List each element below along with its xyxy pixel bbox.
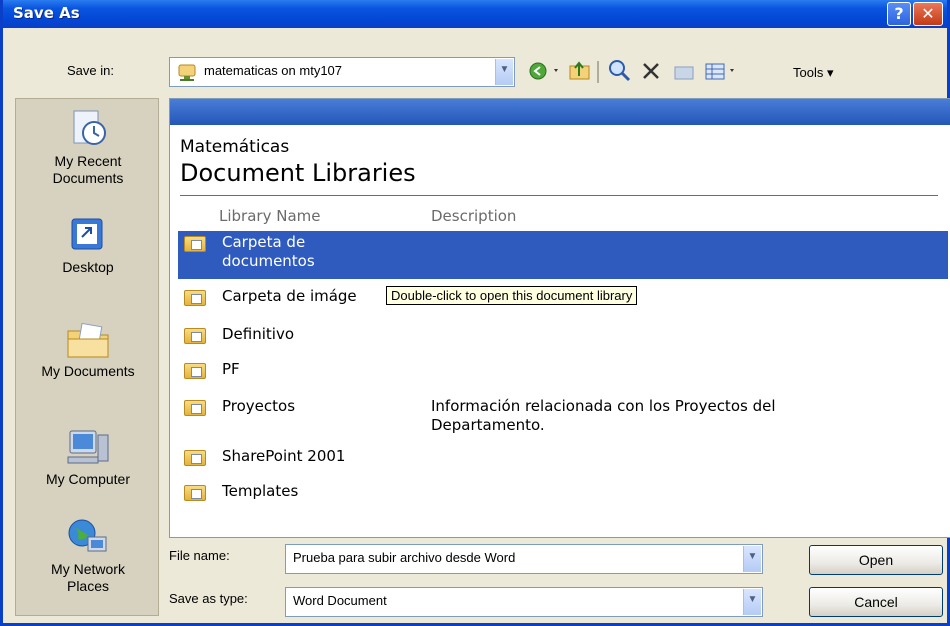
place-label: My Network Places [51,561,125,594]
tools-menu[interactable]: Tools ▾ [793,65,834,81]
file-name-field[interactable]: Prueba para subir archivo desde Word ▼ [285,544,763,574]
save-in-value: matematicas on mty107 [204,63,343,78]
network-folder-icon [178,64,196,81]
places-bar: My Recent Documents Desktop My Documents [15,98,159,616]
chevron-down-icon[interactable]: ▼ [743,589,761,615]
save-as-type-value: Word Document [293,593,387,608]
library-row[interactable]: Proyectos Información relacionada con lo… [178,395,948,437]
place-my-documents[interactable]: My Documents [16,319,160,380]
library-name: SharePoint 2001 [222,447,346,465]
library-row[interactable]: Definitivo [178,323,948,349]
new-folder-icon[interactable] [671,58,697,84]
library-row[interactable]: SharePoint 2001 [178,445,948,471]
close-button[interactable]: ✕ [913,2,943,26]
column-header-description[interactable]: Description [431,207,516,225]
help-button[interactable]: ? [887,2,911,26]
my-documents-icon [67,322,109,358]
library-name: Carpeta de documentos [222,233,315,270]
chevron-down-icon[interactable]: ▼ [743,546,761,572]
place-my-network-places[interactable]: My Network Places [16,517,160,595]
back-icon[interactable] [527,58,563,84]
file-name-value: Prueba para subir archivo desde Word [293,550,516,565]
library-name: Proyectos [222,397,296,415]
chevron-down-icon[interactable]: ▼ [495,59,513,85]
column-header-library-name[interactable]: Library Name [219,207,320,225]
library-name: PF [222,360,240,378]
place-label: My Computer [45,471,131,487]
library-row[interactable]: Templates [178,480,948,506]
place-label: My Recent Documents [52,153,124,186]
library-row[interactable]: Carpeta de documentos [178,231,948,279]
header-bar [170,99,950,125]
library-name: Carpeta de imáge [222,287,357,305]
library-folder-icon [184,485,206,501]
save-as-type-label: Save as type: [169,591,248,606]
library-folder-icon [184,450,206,466]
toolbar-separator [597,61,599,83]
open-button[interactable]: Open [809,545,943,575]
place-label: My Documents [41,363,135,379]
heading-divider [180,195,938,196]
save-in-dropdown[interactable]: matematicas on mty107 ▼ [169,57,515,87]
my-computer-icon [67,430,109,464]
save-as-dialog: Save As ? ✕ Save in: matematicas on mty1… [0,0,950,626]
views-icon[interactable] [703,58,739,84]
search-web-icon[interactable] [607,58,633,84]
cancel-button[interactable]: Cancel [809,587,943,617]
document-library-view[interactable]: Matemáticas Document Libraries Library N… [169,98,950,538]
site-name: Matemáticas [180,137,290,157]
library-description: Información relacionada con los Proyecto… [431,397,776,434]
place-my-computer[interactable]: My Computer [16,427,160,488]
delete-icon[interactable] [639,58,663,84]
page-title: Document Libraries [180,159,416,187]
save-in-label: Save in: [67,63,114,78]
desktop-icon [71,218,103,250]
library-folder-icon [184,328,206,344]
library-folder-icon [184,400,206,416]
place-label: Desktop [62,259,114,275]
library-name: Templates [222,482,299,500]
library-folder-icon [184,290,206,306]
title-bar[interactable]: Save As ? ✕ [3,0,947,28]
library-name: Definitivo [222,325,295,343]
library-row[interactable]: PF [178,358,948,384]
network-places-icon [68,519,107,552]
place-my-recent-documents[interactable]: My Recent Documents [16,109,160,187]
save-as-type-dropdown[interactable]: Word Document ▼ [285,587,763,617]
recent-documents-icon [73,110,106,145]
file-name-label: File name: [169,548,230,563]
library-folder-icon [184,363,206,379]
library-folder-icon [184,236,206,252]
up-folder-icon[interactable] [567,58,593,84]
tooltip: Double-click to open this document libra… [386,286,638,305]
place-desktop[interactable]: Desktop [16,215,160,276]
dialog-title: Save As [13,4,80,22]
